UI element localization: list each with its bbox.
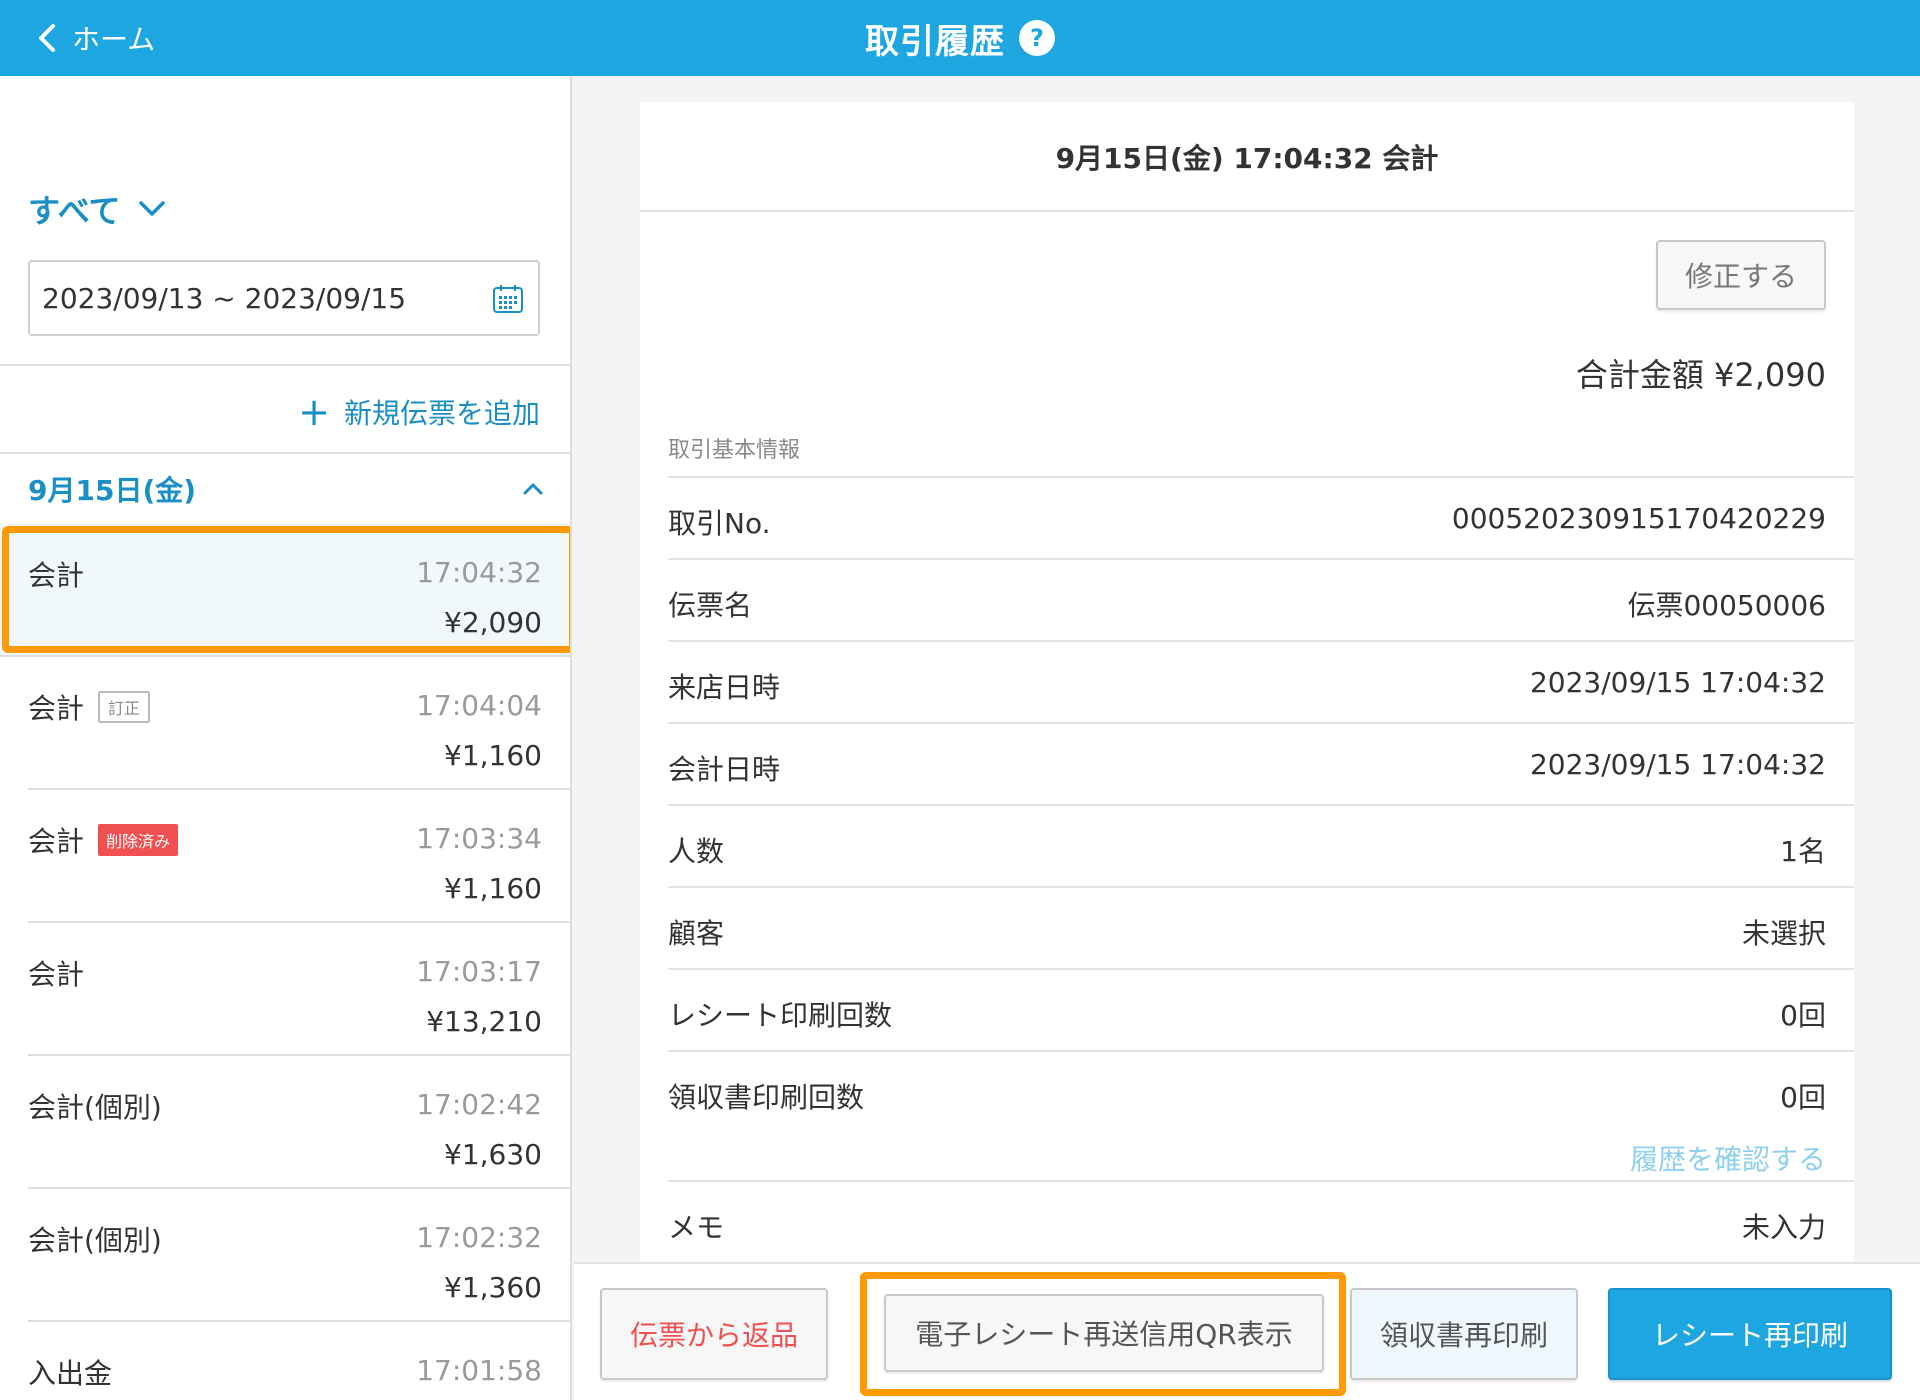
detail-title: 9月15日(金) 17:04:32 会計 [1055, 142, 1439, 175]
info-value: 未選択 [1741, 917, 1826, 950]
transaction-label-wrap: 会計(個別) [28, 1086, 162, 1126]
info-value: 未入力 [1741, 1211, 1826, 1244]
action-bar: 伝票から返品 電子レシート再送信用QR表示 領収書再印刷 レシート再印刷 [574, 1262, 1920, 1400]
info-key: メモ [668, 1211, 725, 1244]
chevron-up-icon [523, 483, 543, 495]
transaction-label-wrap: 会計 [28, 953, 84, 993]
transaction-time: 17:02:32 [416, 1221, 542, 1254]
add-slip-button[interactable]: + 新規伝票を追加 [298, 392, 540, 432]
transaction-item[interactable]: 会計(個別) 17:02:42 ¥1,630 [28, 1056, 570, 1189]
edit-button[interactable]: 修正する [1656, 240, 1826, 310]
transaction-label: 会計 [28, 692, 85, 725]
transaction-label-wrap: 会計(個別) [28, 1219, 162, 1259]
transaction-label-wrap: 会計 [28, 554, 84, 594]
return-from-slip-button[interactable]: 伝票から返品 [600, 1288, 828, 1380]
info-key: 顧客 [668, 917, 725, 950]
transaction-sidebar: すべて 2023/09/13 ~ 2023/09/15 + 新規伝票を追加 9月… [0, 76, 572, 1400]
info-row: レシート印刷回数 0回 [668, 968, 1854, 1050]
transaction-label-wrap: 入出金 [28, 1352, 112, 1392]
info-key: レシート印刷回数 [668, 999, 893, 1032]
transaction-item[interactable]: 会計 17:03:17 ¥13,210 [28, 923, 570, 1056]
transaction-time: 17:03:34 [416, 822, 542, 855]
info-row: 領収書印刷回数 0回履歴を確認する [668, 1050, 1854, 1180]
detail-card: 9月15日(金) 17:04:32 会計 修正する 合計金額 ¥2,090 取引… [640, 102, 1854, 1262]
status-badge: 削除済み [98, 824, 179, 856]
status-badge: 訂正 [98, 691, 151, 723]
info-value: 伝票00050006 [1627, 589, 1826, 622]
transaction-amount: ¥1,360 [444, 1271, 542, 1304]
transaction-amount: ¥1,160 [444, 739, 542, 772]
detail-panel: 9月15日(金) 17:04:32 会計 修正する 合計金額 ¥2,090 取引… [574, 76, 1920, 1400]
transaction-label: 会計 [28, 958, 85, 991]
info-value: 00052023091517042​0229 [1451, 502, 1826, 535]
info-row: 伝票名 伝票00050006 [668, 558, 1854, 640]
transaction-label: 入出金 [28, 1357, 113, 1390]
transaction-amount: ¥1,630 [444, 1138, 542, 1171]
date-group-header[interactable]: 9月15日(金) [0, 454, 570, 524]
transaction-item[interactable]: 会計 削除済み 17:03:34 ¥1,160 [28, 790, 570, 923]
info-value: 0回 [1780, 1081, 1826, 1114]
date-range-value: 2023/09/13 ~ 2023/09/15 [42, 281, 407, 315]
transaction-amount: ¥1,160 [444, 872, 542, 905]
date-group-label: 9月15日(金) [28, 474, 197, 507]
info-rows: 取引No. 00052023091517042​0229 伝票名 伝票00050006… [668, 476, 1854, 1262]
transaction-list: 会計 17:04:32 ¥2,090 会計 訂正 17:04:04 ¥1,160 会計 削除済み… [0, 524, 570, 1400]
title-area: 取引履歴 ? [0, 0, 1920, 76]
info-value: 2023/09/15 17:04:32 [1529, 748, 1826, 781]
reprint-receipt-button[interactable]: 領収書再印刷 [1350, 1288, 1578, 1380]
transaction-time: 17:04:32 [416, 556, 542, 589]
info-row: 人数 1名 [668, 804, 1854, 886]
help-icon[interactable]: ? [1019, 20, 1055, 56]
transaction-item[interactable]: 会計(個別) 17:02:32 ¥1,360 [28, 1189, 570, 1322]
info-row: 取引No. 00052023091517042​0229 [668, 476, 1854, 558]
transaction-time: 17:04:04 [416, 689, 542, 722]
info-row: 会計日時 2023/09/15 17:04:32 [668, 722, 1854, 804]
transaction-time: 17:02:42 [416, 1088, 542, 1121]
info-value: 2023/09/15 17:04:32 [1529, 666, 1826, 699]
info-key: 取引No. [668, 507, 771, 540]
info-key: 人数 [668, 835, 725, 868]
calendar-icon[interactable] [492, 284, 524, 314]
transaction-label-wrap: 会計 削除済み [28, 820, 179, 860]
transaction-label: 会計 [28, 559, 85, 592]
filter-label: すべて [28, 192, 121, 230]
chevron-down-icon [139, 201, 166, 216]
transaction-time: 17:01:58 [416, 1354, 542, 1387]
info-row: 顧客 未選択 [668, 886, 1854, 968]
info-key: 伝票名 [668, 589, 753, 622]
transaction-time: 17:03:17 [416, 955, 542, 988]
reprint-button[interactable]: レシート再印刷 [1608, 1288, 1892, 1380]
top-bar: ホーム 取引履歴 ? [0, 0, 1920, 76]
total-amount: 合計金額 ¥2,090 [1575, 356, 1826, 394]
date-range-field[interactable]: 2023/09/13 ~ 2023/09/15 [28, 260, 540, 336]
transaction-item[interactable]: 会計 訂正 17:04:04 ¥1,160 [28, 657, 570, 790]
info-row: メモ 未入力 [668, 1180, 1854, 1262]
filter-dropdown[interactable]: すべて [28, 186, 166, 232]
transaction-label: 会計(個別) [28, 1224, 162, 1257]
transaction-amount: ¥2,090 [444, 606, 542, 639]
transaction-label: 会計(個別) [28, 1091, 162, 1124]
add-slip-label: 新規伝票を追加 [343, 397, 540, 430]
transaction-amount: ¥13,210 [426, 1005, 542, 1038]
plus-icon: + [298, 390, 330, 434]
info-value: 1名 [1780, 835, 1826, 868]
info-key: 領収書印刷回数 [668, 1081, 865, 1114]
info-row: 来店日時 2023/09/15 17:04:32 [668, 640, 1854, 722]
divider [640, 210, 1854, 212]
transaction-item[interactable]: 入出金17:01:58¥30,000 [28, 1322, 570, 1400]
show-qr-button[interactable]: 電子レシート再送信用QR表示 [884, 1294, 1324, 1372]
transaction-label: 会計 [28, 825, 85, 858]
info-key: 来店日時 [668, 671, 781, 704]
info-value: 0回 [1780, 999, 1826, 1032]
info-key: 会計日時 [668, 753, 781, 786]
page-title: 取引履歴 [865, 21, 1005, 62]
view-history-link[interactable]: 履歴を確認する [1630, 1138, 1826, 1178]
divider [0, 364, 570, 366]
transaction-item[interactable]: 会計 17:04:32 ¥2,090 [0, 524, 570, 657]
transaction-label-wrap: 会計 訂正 [28, 687, 151, 727]
section-label: 取引基本情報 [668, 438, 801, 463]
